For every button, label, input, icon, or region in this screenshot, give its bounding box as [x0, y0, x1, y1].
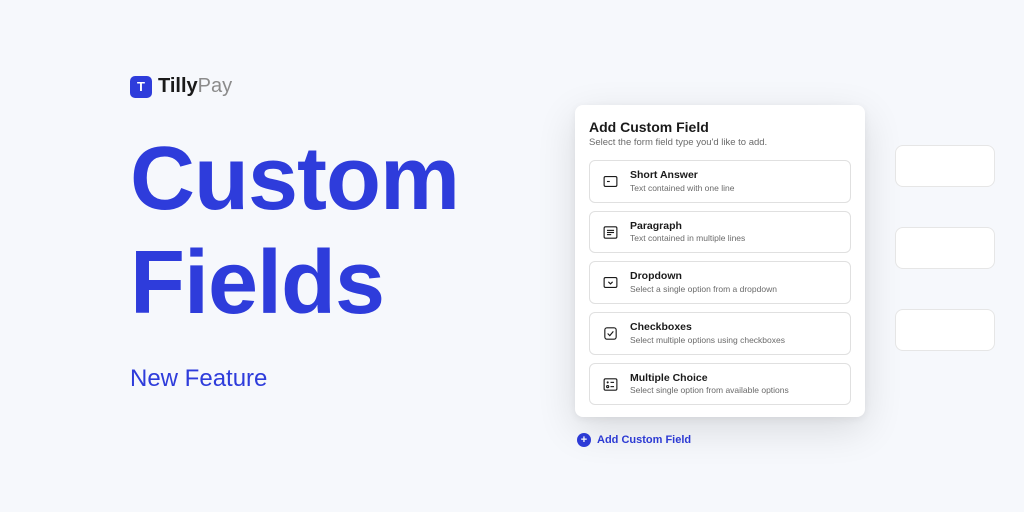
subheadline: New Feature [130, 365, 459, 393]
option-dropdown[interactable]: Dropdown Select a single option from a d… [589, 261, 851, 304]
logo-text-bold: Tilly [158, 75, 198, 97]
option-desc: Text contained in multiple lines [630, 233, 745, 244]
option-label: Checkboxes [630, 321, 785, 335]
option-text: Checkboxes Select multiple options using… [630, 321, 785, 346]
checkbox-icon [600, 323, 620, 343]
plus-icon: + [577, 433, 591, 447]
background-card [895, 227, 995, 269]
modal-title: Add Custom Field [589, 119, 851, 135]
option-desc: Select a single option from a dropdown [630, 284, 777, 295]
option-label: Paragraph [630, 220, 745, 234]
dropdown-icon [600, 273, 620, 293]
option-desc: Select single option from available opti… [630, 385, 789, 396]
headline-line-1: Custom [130, 128, 459, 232]
add-button-label: Add Custom Field [597, 434, 691, 446]
option-multiple-choice[interactable]: Multiple Choice Select single option fro… [589, 363, 851, 406]
option-text: Multiple Choice Select single option fro… [630, 372, 789, 397]
option-checkboxes[interactable]: Checkboxes Select multiple options using… [589, 312, 851, 355]
logo-text-light: Pay [198, 75, 232, 97]
brand-logo: T TillyPay [130, 75, 459, 98]
paragraph-icon [600, 222, 620, 242]
option-short-answer[interactable]: Short Answer Text contained with one lin… [589, 160, 851, 203]
background-card [895, 309, 995, 351]
option-paragraph[interactable]: Paragraph Text contained in multiple lin… [589, 211, 851, 254]
multiple-choice-icon [600, 374, 620, 394]
option-desc: Select multiple options using checkboxes [630, 335, 785, 346]
headline: Custom Fields [130, 128, 459, 335]
option-text: Short Answer Text contained with one lin… [630, 169, 734, 194]
hero-panel: T TillyPay Custom Fields New Feature [130, 75, 459, 393]
short-answer-icon [600, 171, 620, 191]
modal-subtitle: Select the form field type you'd like to… [589, 137, 851, 148]
option-desc: Text contained with one line [630, 183, 734, 194]
option-label: Multiple Choice [630, 372, 789, 386]
logo-icon: T [130, 76, 152, 98]
option-label: Dropdown [630, 270, 777, 284]
add-custom-field-modal: Add Custom Field Select the form field t… [575, 105, 865, 417]
right-panel: Add Custom Field Select the form field t… [575, 105, 995, 447]
option-text: Paragraph Text contained in multiple lin… [630, 220, 745, 245]
option-label: Short Answer [630, 169, 734, 183]
add-custom-field-button[interactable]: + Add Custom Field [575, 433, 995, 447]
background-card [895, 145, 995, 187]
headline-line-2: Fields [130, 232, 459, 336]
option-text: Dropdown Select a single option from a d… [630, 270, 777, 295]
logo-text-wrap: TillyPay [158, 75, 232, 98]
